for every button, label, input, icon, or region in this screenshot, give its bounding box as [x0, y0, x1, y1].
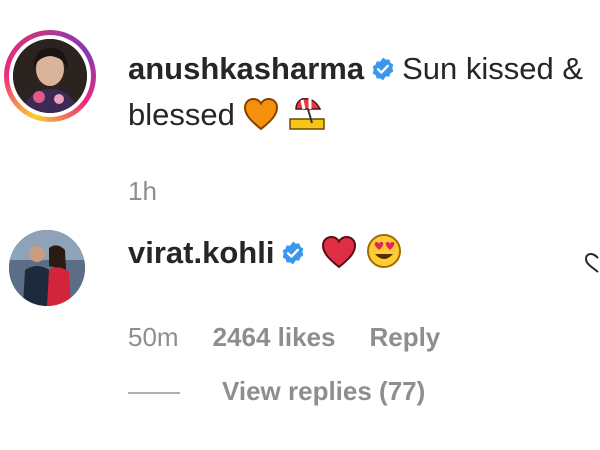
post-timestamp: 1h: [128, 176, 157, 206]
comment-meta: 50m 2464 likes Reply: [128, 322, 474, 353]
comment-likes[interactable]: 2464 likes: [213, 322, 336, 352]
view-replies-label: View replies (77): [222, 376, 426, 406]
verified-badge-icon: [372, 57, 394, 81]
red-heart-icon: [322, 235, 357, 269]
comment-username[interactable]: virat.kohli: [128, 235, 274, 270]
post-caption: anushkasharma Sun kissed & blessed: [128, 46, 598, 138]
commenter-avatar[interactable]: [9, 230, 85, 306]
post-author-avatar[interactable]: [4, 30, 96, 122]
avatar-image: [13, 39, 87, 113]
post-username[interactable]: anushkasharma: [128, 51, 364, 86]
avatar-ring-gap: [9, 35, 91, 117]
caption-text-line2: blessed: [128, 97, 235, 132]
replies-divider-line: [128, 392, 180, 395]
like-heart-icon[interactable]: [580, 250, 600, 274]
avatar-portrait-icon: [13, 39, 87, 113]
avatar-couple-icon: [9, 230, 85, 306]
comment-row: virat.kohli: [128, 230, 402, 276]
beach-umbrella-icon: [289, 97, 325, 130]
reply-button[interactable]: Reply: [369, 322, 440, 352]
comment-timestamp: 50m: [128, 322, 179, 352]
view-replies-button[interactable]: View replies (77): [128, 376, 425, 407]
heart-eyes-emoji-icon: [366, 234, 401, 268]
orange-heart-icon: [244, 97, 279, 131]
caption-text-line1: Sun kissed &: [402, 51, 583, 86]
verified-badge-icon: [283, 241, 304, 265]
